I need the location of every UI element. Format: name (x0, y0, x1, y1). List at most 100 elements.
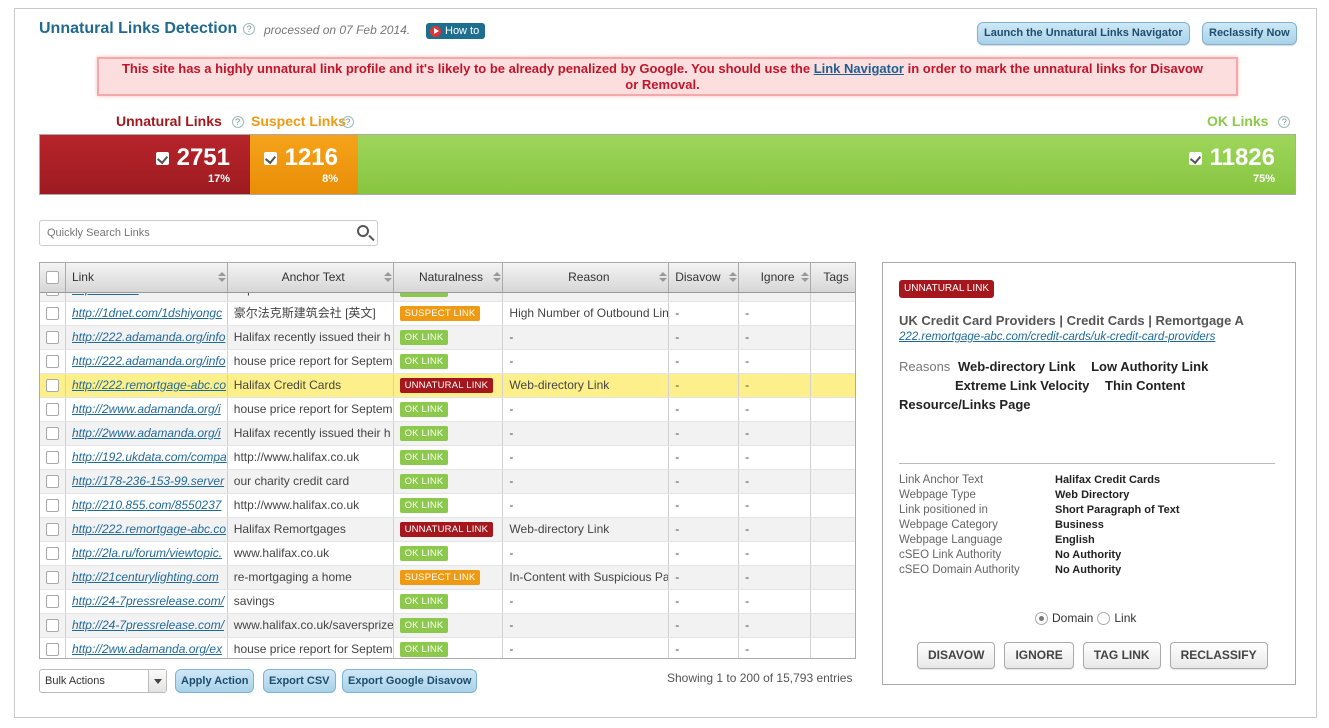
help-icon[interactable]: ? (1278, 116, 1291, 129)
table-row[interactable]: http://2ww.adamanda.org/ex house price re… (40, 638, 855, 658)
tags-cell[interactable] (811, 542, 855, 565)
link-url[interactable]: http://2la.ru/forum/viewtopic. (72, 546, 222, 560)
ignore-cell[interactable]: - (739, 446, 812, 469)
tags-cell[interactable] (811, 590, 855, 613)
link-url[interactable]: http://222.remortgage-abc.co (72, 522, 226, 536)
link-url[interactable]: http://222.adamanda.org/info (72, 330, 225, 344)
row-checkbox[interactable] (46, 547, 59, 561)
ignore-cell[interactable]: - (739, 494, 812, 517)
tags-cell[interactable] (811, 614, 855, 637)
disavow-cell[interactable]: - (669, 398, 740, 421)
table-row[interactable]: http://2www.adamanda.org/i Halifax recent… (40, 422, 855, 446)
table-row[interactable]: http://222.adamanda.org/info Halifax rece… (40, 326, 855, 350)
ignore-cell[interactable]: - (739, 614, 812, 637)
disavow-cell[interactable]: - (669, 470, 740, 493)
export-google-disavow-button[interactable]: Export Google Disavow (342, 669, 478, 693)
help-icon[interactable]: ? (341, 116, 354, 129)
ok-segment[interactable]: 11826 75% (358, 135, 1295, 194)
row-checkbox[interactable] (46, 403, 59, 417)
disavow-cell[interactable]: - (669, 446, 740, 469)
page-url-link[interactable]: 222.remortgage-abc.com/credit-cards/uk-c… (899, 331, 1215, 343)
ignore-cell[interactable]: - (739, 374, 812, 397)
search-icon[interactable] (357, 225, 369, 237)
table-row[interactable]: http://192.ukdata.com/compa http://www.ha… (40, 446, 855, 470)
link-url[interactable]: http://2www.adamanda.org/i (72, 426, 221, 440)
row-checkbox[interactable] (46, 307, 59, 321)
table-row[interactable]: http://1326... http://www.halifax.co.uk OK… (40, 293, 855, 302)
search-input[interactable] (40, 221, 340, 245)
disavow-cell[interactable]: - (669, 590, 740, 613)
table-row[interactable]: http://2la.ru/forum/viewtopic. www.halifa… (40, 542, 855, 566)
link-url[interactable]: http://2ww.adamanda.org/ex (72, 642, 222, 656)
column-header-reason[interactable]: Reason (503, 263, 670, 292)
link-url[interactable]: http://24-7pressrelease.com/ (72, 618, 224, 632)
link-url[interactable]: http://24-7pressrelease.com/ (72, 594, 224, 608)
launch-navigator-button[interactable]: Launch the Unnatural Links Navigator (977, 22, 1190, 45)
ignore-cell[interactable]: - (739, 422, 812, 445)
row-checkbox[interactable] (46, 451, 59, 465)
tags-cell[interactable] (811, 638, 855, 658)
ignore-cell[interactable]: - (739, 293, 812, 301)
disavow-cell[interactable]: - (669, 302, 740, 325)
ignore-cell[interactable]: - (739, 590, 812, 613)
tags-cell[interactable] (811, 494, 855, 517)
disavow-cell[interactable]: - (669, 518, 740, 541)
table-row[interactable]: http://24-7pressrelease.com/savings OK LI… (40, 590, 855, 614)
select-all-checkbox[interactable] (46, 271, 59, 285)
tags-cell[interactable] (811, 446, 855, 469)
table-row[interactable]: http://1dnet.com/1dshiyongc 豪尔法克斯建筑会社 [英文… (40, 302, 855, 326)
unnatural-segment[interactable]: 2751 17% (40, 135, 250, 194)
link-url[interactable]: http://178-236-153-99.server (72, 474, 224, 488)
column-header-tags[interactable]: Tags (811, 263, 855, 292)
link-url[interactable]: http://222.remortgage-abc.co (72, 378, 226, 392)
ignore-cell[interactable]: - (739, 350, 812, 373)
column-header-anchor[interactable]: Anchor Text (228, 263, 394, 292)
suspect-segment[interactable]: 1216 8% (250, 135, 358, 194)
reclassify-now-button[interactable]: Reclassify Now (1202, 22, 1297, 45)
row-checkbox[interactable] (46, 619, 59, 633)
table-row[interactable]: http://222.remortgage-abc.co Halifax Remo… (40, 518, 855, 542)
disavow-cell[interactable]: - (669, 542, 740, 565)
table-row[interactable]: http://2www.adamanda.org/i house price re… (40, 398, 855, 422)
column-header-ignore[interactable]: Ignore (739, 263, 812, 292)
row-checkbox[interactable] (46, 427, 59, 441)
link-url[interactable]: http://210.855.com/8550237 (72, 498, 221, 512)
tags-cell[interactable] (811, 518, 855, 541)
ignore-button[interactable]: IGNORE (1004, 642, 1074, 669)
row-checkbox[interactable] (46, 355, 59, 369)
table-row[interactable]: http://24-7pressrelease.com/www.halifax.… (40, 614, 855, 638)
howto-button[interactable]: How to (426, 23, 486, 39)
ignore-cell[interactable]: - (739, 326, 812, 349)
row-checkbox[interactable] (46, 523, 59, 537)
ignore-cell[interactable]: - (739, 542, 812, 565)
table-row[interactable]: http://178-236-153-99.server our charity … (40, 470, 855, 494)
help-icon[interactable]: ? (243, 23, 255, 35)
disavow-button[interactable]: DISAVOW (917, 642, 996, 669)
disavow-cell[interactable]: - (669, 614, 740, 637)
link-url[interactable]: http://222.adamanda.org/info (72, 354, 225, 368)
tags-cell[interactable] (811, 470, 855, 493)
link-radio[interactable] (1097, 611, 1111, 625)
tags-cell[interactable] (811, 422, 855, 445)
ignore-cell[interactable]: - (739, 638, 812, 658)
checkbox-icon[interactable] (1188, 151, 1202, 165)
ignore-cell[interactable]: - (739, 302, 812, 325)
row-checkbox[interactable] (46, 293, 59, 297)
help-icon[interactable]: ? (231, 116, 244, 129)
row-checkbox[interactable] (46, 643, 59, 657)
disavow-cell[interactable]: - (669, 638, 740, 658)
link-url[interactable]: http://1dnet.com/1dshiyongc (72, 306, 222, 320)
column-header-link[interactable]: Link (66, 263, 228, 292)
disavow-cell[interactable]: - (669, 422, 740, 445)
ignore-cell[interactable]: - (739, 398, 812, 421)
tag-link-button[interactable]: TAG LINK (1082, 642, 1161, 669)
row-checkbox[interactable] (46, 499, 59, 513)
bulk-actions-select[interactable]: Bulk Actions (39, 669, 167, 693)
row-checkbox[interactable] (46, 595, 59, 609)
tags-cell[interactable] (811, 326, 855, 349)
tags-cell[interactable] (811, 398, 855, 421)
row-checkbox[interactable] (46, 571, 59, 585)
apply-action-button[interactable]: Apply Action (175, 669, 255, 693)
link-url[interactable]: http://21centurylighting.com (72, 570, 219, 584)
tags-cell[interactable] (811, 374, 855, 397)
